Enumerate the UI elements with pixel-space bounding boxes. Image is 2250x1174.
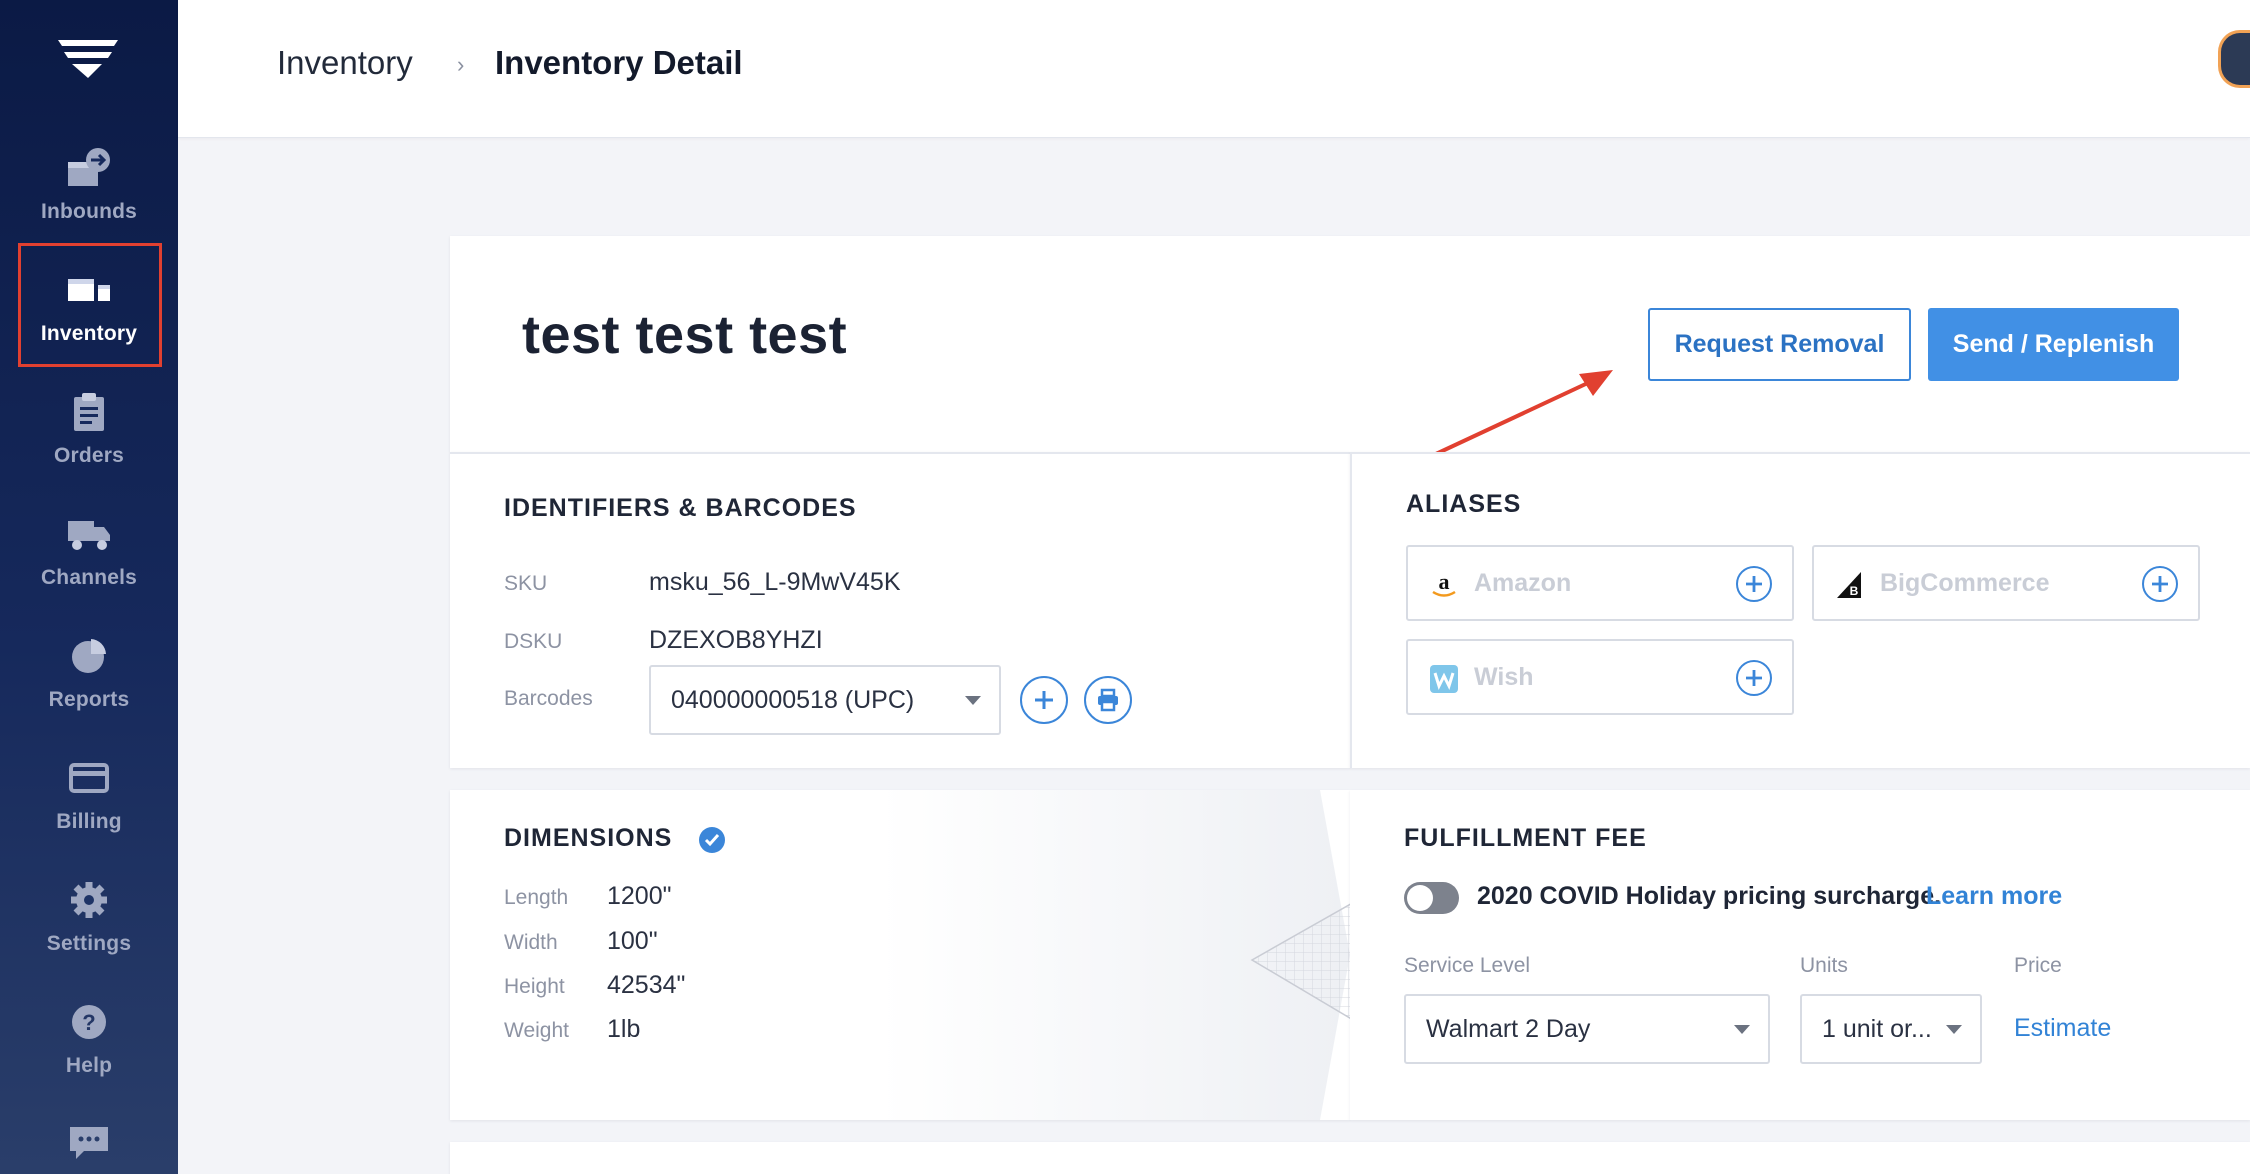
barcode-select-value: 040000000518 (UPC) [671, 685, 915, 714]
identifiers-heading: IDENTIFIERS & BARCODES [504, 494, 857, 522]
service-level-value: Walmart 2 Day [1426, 1014, 1591, 1043]
dimensions-card: DIMENSIONS Length 1200" Width 100" Heigh… [450, 790, 1350, 1120]
bigcommerce-logo-icon: B [1834, 569, 1866, 601]
next-section-card [450, 1142, 2250, 1174]
page-title: Inventory Detail [495, 44, 743, 81]
estimate-link[interactable]: Estimate [2014, 1014, 2111, 1043]
units-value: 1 unit or... [1822, 1014, 1932, 1043]
top-header: Inventory › Inventory Detail [178, 0, 2250, 138]
dsku-value: DZEXOB8YHZI [649, 626, 823, 654]
product-title-card: test test test Request Removal Send / Re… [450, 236, 2250, 452]
aliases-card: ALIASES a Amazon B BigCommerce Wish [1350, 452, 2250, 768]
add-alias-button[interactable] [2142, 566, 2178, 602]
plus-icon [2152, 576, 2168, 592]
height-label: Height [504, 975, 565, 998]
product-title: test test test [522, 305, 848, 365]
sku-label: SKU [504, 572, 548, 595]
sidebar-item-billing[interactable]: Billing [0, 738, 178, 860]
length-label: Length [504, 886, 569, 909]
wish-logo-icon [1428, 663, 1460, 695]
alias-wish[interactable]: Wish [1406, 639, 1794, 715]
chat-icon [65, 1120, 113, 1168]
avatar[interactable] [2218, 30, 2250, 88]
learn-more-link[interactable]: Learn more [1926, 882, 2062, 911]
clipboard-icon [65, 388, 113, 436]
plus-icon [1746, 670, 1762, 686]
alias-bigcommerce[interactable]: B BigCommerce [1812, 545, 2200, 621]
sidebar-item-label: Orders [53, 444, 125, 467]
alias-name: Amazon [1474, 569, 1572, 597]
breadcrumb-inventory[interactable]: Inventory [277, 44, 413, 82]
toggle-knob [1407, 885, 1433, 911]
sidebar-item-help[interactable]: ? Help [0, 982, 178, 1104]
sidebar-item-channels[interactable]: Channels [0, 494, 178, 616]
sidebar-item-label: Billing [56, 810, 122, 833]
length-value: 1200" [607, 882, 672, 910]
service-level-label: Service Level [1404, 954, 1531, 977]
identifiers-card: IDENTIFIERS & BARCODES SKU msku_56_L-9Mw… [450, 452, 1350, 768]
height-value: 42534" [607, 971, 686, 999]
amazon-logo-icon: a [1428, 569, 1460, 601]
units-label: Units [1800, 954, 1848, 977]
svg-text:a: a [1439, 570, 1450, 594]
weight-label: Weight [504, 1019, 569, 1042]
fulfillment-fee-card: FULFILLMENT FEE 2020 COVID Holiday prici… [1350, 790, 2250, 1120]
width-label: Width [504, 931, 558, 954]
active-item-highlight [18, 243, 162, 367]
sidebar: Inbounds Inventory Orders Channels Repor… [0, 0, 178, 1174]
surcharge-toggle[interactable] [1404, 882, 1459, 914]
sidebar-item-label: Inbounds [40, 200, 138, 223]
barcode-select[interactable]: 040000000518 (UPC) [649, 665, 1001, 735]
sidebar-item-label: Reports [48, 688, 130, 711]
gear-icon [65, 876, 113, 924]
weight-value: 1lb [607, 1015, 641, 1043]
brand-logo[interactable] [56, 36, 120, 80]
help-icon: ? [65, 998, 113, 1046]
send-replenish-button[interactable]: Send / Replenish [1928, 308, 2179, 381]
verified-check-icon [699, 827, 725, 853]
svg-text:?: ? [82, 1010, 95, 1035]
service-level-select[interactable]: Walmart 2 Day [1404, 994, 1770, 1064]
alias-name: Wish [1474, 663, 1534, 691]
dimensions-illustration [880, 790, 1350, 1120]
credit-card-icon [65, 754, 113, 802]
add-barcode-button[interactable] [1020, 676, 1068, 724]
sidebar-item-orders[interactable]: Orders [0, 372, 178, 494]
inbound-box-icon [65, 144, 113, 192]
alias-name: BigCommerce [1880, 569, 2050, 597]
pie-chart-icon [65, 632, 113, 680]
sidebar-item-label: Channels [40, 566, 138, 589]
dsku-label: DSKU [504, 630, 563, 653]
chevron-down-icon [1734, 1025, 1750, 1034]
surcharge-text: 2020 COVID Holiday pricing surcharge. [1477, 882, 1942, 910]
width-value: 100" [607, 927, 658, 955]
fulfillment-fee-heading: FULFILLMENT FEE [1404, 824, 1647, 852]
sidebar-item-inbounds[interactable]: Inbounds [0, 128, 178, 250]
breadcrumb-separator: › [457, 52, 465, 77]
sidebar-item-label: Help [65, 1054, 113, 1077]
truck-icon [65, 510, 113, 558]
price-label: Price [2014, 954, 2062, 977]
sidebar-item-settings[interactable]: Settings [0, 860, 178, 982]
barcodes-label: Barcodes [504, 687, 593, 710]
plus-icon [1035, 691, 1053, 709]
printer-icon [1098, 688, 1118, 712]
chevron-down-icon [965, 696, 981, 705]
print-barcode-button[interactable] [1084, 676, 1132, 724]
add-alias-button[interactable] [1736, 660, 1772, 696]
svg-text:B: B [1850, 584, 1859, 598]
chevron-down-icon [1946, 1025, 1962, 1034]
sidebar-item-label: Settings [46, 932, 132, 955]
units-select[interactable]: 1 unit or... [1800, 994, 1982, 1064]
alias-amazon[interactable]: a Amazon [1406, 545, 1794, 621]
aliases-heading: ALIASES [1406, 490, 1522, 518]
request-removal-button[interactable]: Request Removal [1648, 308, 1911, 381]
add-alias-button[interactable] [1736, 566, 1772, 602]
sidebar-item-reports[interactable]: Reports [0, 616, 178, 738]
sidebar-item-chat[interactable] [0, 1104, 178, 1174]
plus-icon [1746, 576, 1762, 592]
sku-value: msku_56_L-9MwV45Ki [649, 568, 901, 596]
dimensions-heading: DIMENSIONS [504, 824, 673, 852]
